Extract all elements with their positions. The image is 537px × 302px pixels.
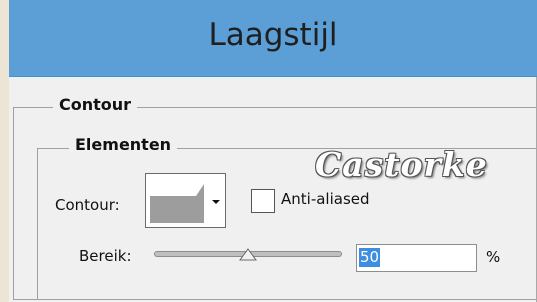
group-title: Elementen (69, 135, 178, 154)
contour-label: Contour: (55, 196, 120, 214)
range-label: Bereik: (79, 247, 132, 265)
watermark-logo: Castorke (315, 145, 488, 184)
window-title: Laagstijl (208, 17, 338, 53)
contour-panel: Contour Elementen Contour: Anti-aliased … (9, 77, 537, 302)
dialog: Laagstijl Contour Elementen Contour: Ant… (0, 0, 537, 302)
range-input[interactable]: 50 (356, 244, 477, 272)
slider-thumb-icon[interactable] (239, 248, 257, 262)
chevron-down-icon (212, 200, 220, 204)
anti-aliased-checkbox[interactable] (251, 189, 275, 213)
range-value: 50 (359, 248, 381, 267)
window-edge (0, 0, 9, 302)
percent-unit: % (486, 248, 501, 266)
title-bar: Laagstijl (9, 0, 537, 77)
anti-aliased-label[interactable]: Anti-aliased (281, 190, 370, 208)
contour-picker[interactable] (145, 173, 209, 228)
section-title: Contour (53, 95, 138, 114)
contour-curve-icon (150, 178, 204, 196)
contour-dropdown-button[interactable] (208, 173, 226, 228)
